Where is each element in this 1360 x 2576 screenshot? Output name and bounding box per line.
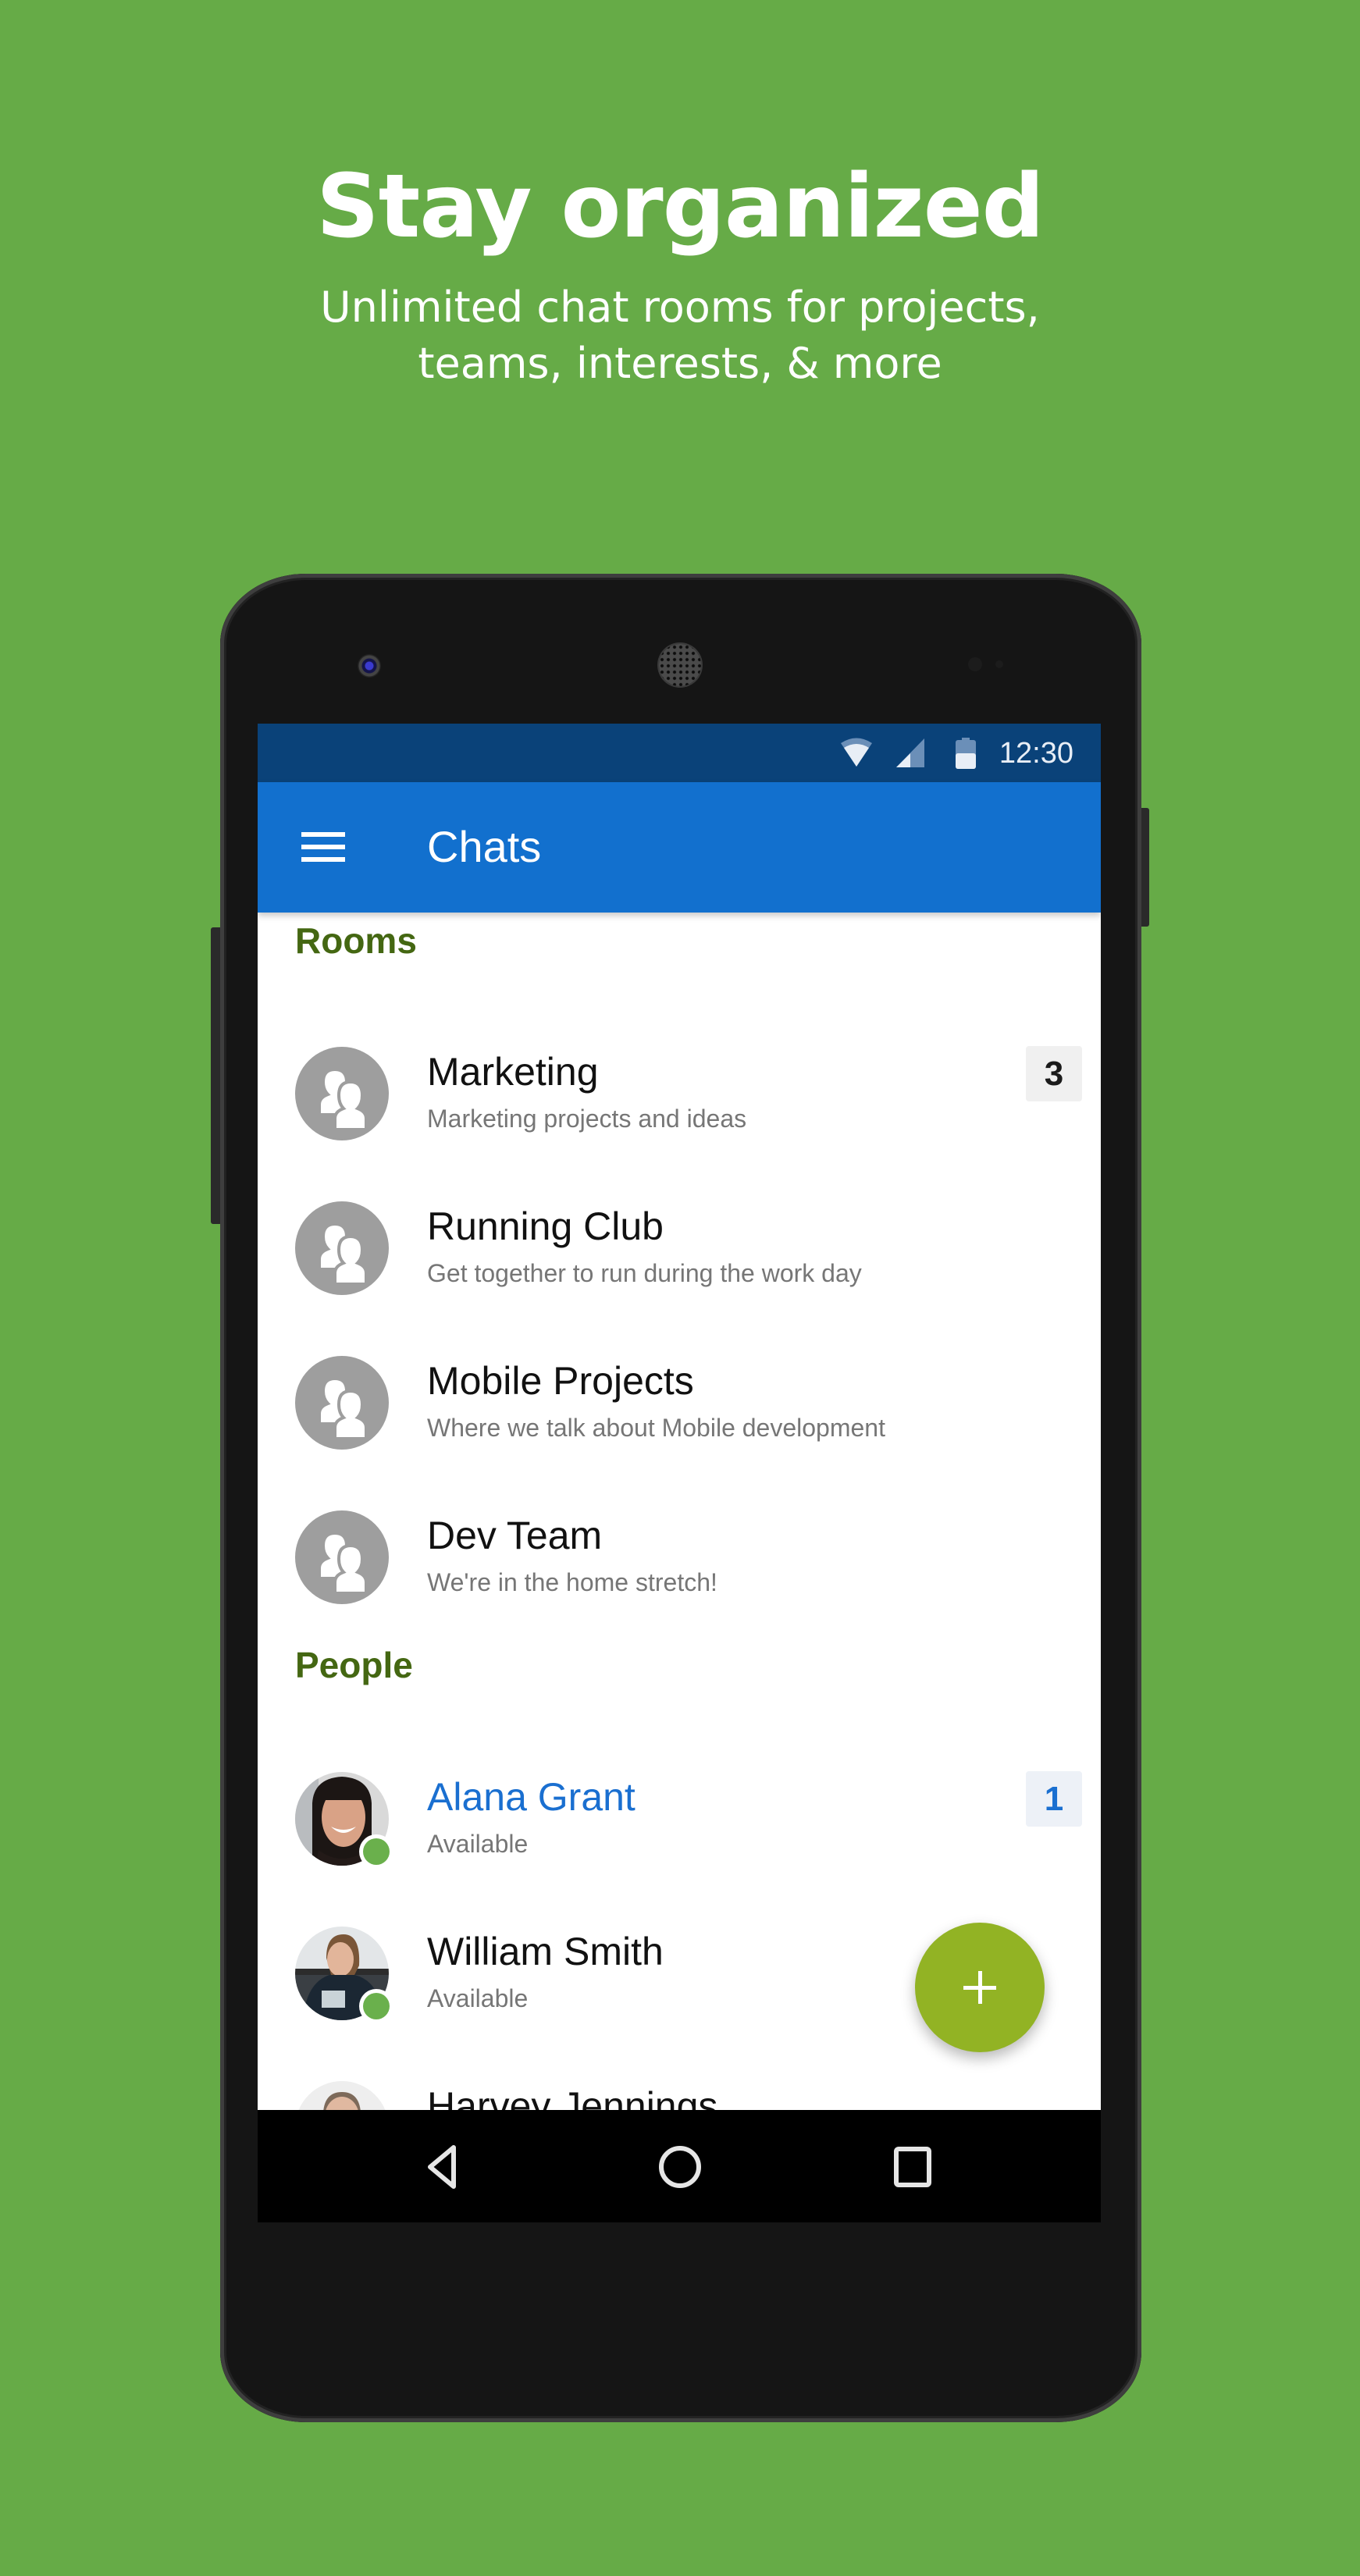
hero-subtitle: Unlimited chat rooms for projects, teams…	[0, 279, 1360, 392]
proximity-sensor-icon	[968, 657, 982, 671]
room-name: Marketing	[427, 1050, 599, 1094]
person-status: Available	[427, 1830, 529, 1858]
home-circle-icon	[659, 2146, 701, 2188]
room-item-running-club[interactable]: Running Club Get together to run during …	[258, 1201, 1101, 1356]
wifi-icon	[840, 738, 872, 767]
room-description: Marketing projects and ideas	[427, 1105, 747, 1133]
room-description: Where we talk about Mobile development	[427, 1414, 885, 1442]
status-bar: 12:30	[258, 724, 1101, 782]
presence-available-icon	[363, 1993, 390, 2019]
status-time: 12:30	[999, 736, 1073, 770]
room-description: We're in the home stretch!	[427, 1568, 717, 1596]
nav-recents-button[interactable]	[878, 2132, 948, 2202]
hamburger-menu-icon[interactable]	[301, 832, 345, 862]
light-sensor-icon	[995, 660, 1003, 668]
earpiece-speaker-icon	[659, 644, 701, 686]
person-name: Alana Grant	[427, 1775, 635, 1819]
nav-back-button[interactable]	[408, 2132, 479, 2202]
recents-square-icon	[894, 2147, 931, 2187]
room-item-marketing[interactable]: Marketing Marketing projects and ideas 3	[258, 1046, 1101, 1201]
hero-subtitle-line-1: Unlimited chat rooms for projects,	[320, 283, 1040, 332]
group-avatar-icon	[295, 1201, 389, 1295]
hero-title: Stay organized	[316, 156, 1045, 258]
room-description: Get together to run during the work day	[427, 1259, 862, 1287]
avatar	[295, 1772, 390, 1866]
front-camera-icon	[358, 654, 381, 678]
group-avatar-icon	[295, 1510, 389, 1604]
app-screen: 12:30 Chats Rooms Marketing Marketing pr…	[258, 724, 1101, 2222]
room-item-mobile-projects[interactable]: Mobile Projects Where we talk about Mobi…	[258, 1356, 1101, 1510]
presence-available-icon	[363, 1838, 390, 1865]
group-avatar-icon	[295, 1047, 389, 1140]
nav-home-button[interactable]	[645, 2132, 715, 2202]
person-status: Available	[427, 1984, 529, 2012]
system-nav-bar	[258, 2110, 1101, 2222]
back-triangle-icon	[428, 2145, 456, 2189]
new-chat-fab-button[interactable]	[915, 1923, 1045, 2052]
section-header-people: People	[295, 1645, 413, 1685]
hero-subtitle-line-2: teams, interests, & more	[418, 339, 942, 388]
room-item-dev-team[interactable]: Dev Team We're in the home stretch!	[258, 1510, 1101, 1665]
battery-icon	[955, 738, 976, 769]
person-name: William Smith	[427, 1930, 664, 1973]
room-name: Running Club	[427, 1204, 664, 1248]
group-avatar-icon	[295, 1356, 389, 1450]
avatar	[295, 1927, 390, 2020]
cell-signal-icon	[895, 738, 924, 767]
section-header-rooms: Rooms	[295, 920, 417, 961]
room-name: Mobile Projects	[427, 1359, 694, 1403]
unread-badge: 1	[1026, 1771, 1082, 1827]
page-title: Chats	[427, 822, 542, 871]
unread-badge: 3	[1026, 1046, 1082, 1101]
person-item-alana-grant[interactable]: Alana Grant Available 1	[258, 1771, 1101, 1927]
room-name: Dev Team	[427, 1514, 603, 1557]
app-bar: Chats	[258, 782, 1101, 913]
